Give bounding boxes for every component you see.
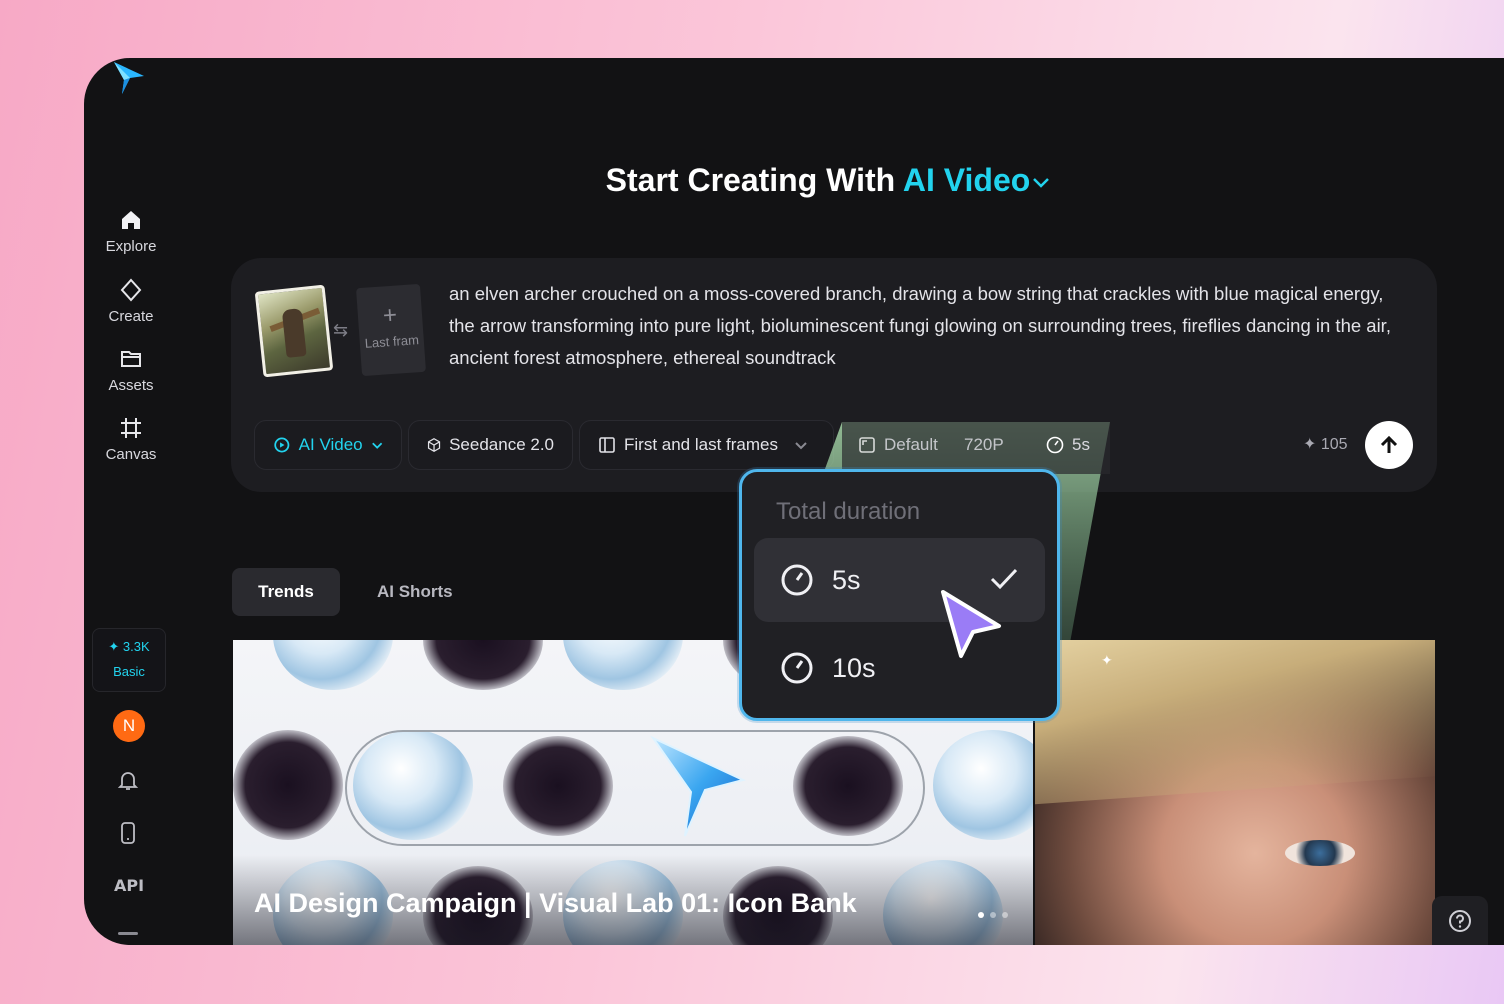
sidebar-item-label: Explore xyxy=(105,238,157,255)
diamond-icon xyxy=(120,278,142,302)
plan-label: Basic xyxy=(113,664,145,679)
bubble-shape xyxy=(273,640,393,690)
sidebar-item-label: Canvas xyxy=(105,446,157,463)
sidebar-item-label: Assets xyxy=(108,377,154,394)
clock-icon xyxy=(781,652,813,684)
page-title: Start Creating With AI Video xyxy=(84,162,1504,199)
help-button[interactable] xyxy=(1432,896,1488,945)
star-logo-icon xyxy=(650,735,746,837)
popup-title: Total duration xyxy=(776,498,921,525)
model-dropdown[interactable]: Seedance 2.0 xyxy=(408,420,573,470)
question-icon xyxy=(1449,909,1471,932)
duration-selector-highlight[interactable]: 5s xyxy=(1046,420,1090,470)
star-logo-icon[interactable] xyxy=(110,60,146,96)
bubble-shape xyxy=(563,640,683,690)
frames-dropdown[interactable]: First and last frames xyxy=(579,420,834,470)
tab-ai-shorts[interactable]: AI Shorts xyxy=(377,568,453,616)
carousel-dots[interactable] xyxy=(978,912,1008,918)
sidebar-item-label: Create xyxy=(108,308,154,325)
hair-shape xyxy=(1035,640,1435,806)
menu-icon[interactable] xyxy=(118,932,138,935)
chevron-down-icon xyxy=(795,442,807,450)
chevron-down-icon xyxy=(371,442,382,449)
sparkle-icon: ✦ xyxy=(1303,436,1317,453)
mode-selector[interactable]: AI Video xyxy=(903,162,1052,198)
clock-icon xyxy=(1046,436,1064,454)
last-frame-label: Last fram xyxy=(364,332,420,351)
mode-dropdown[interactable]: AI Video xyxy=(254,420,402,470)
prompt-input[interactable]: an elven archer crouched on a moss-cover… xyxy=(449,278,1409,374)
frames-icon xyxy=(599,437,615,453)
eye-shape xyxy=(1285,840,1355,866)
sparkle-icon: ✦ xyxy=(1101,652,1113,668)
sidebar-item-create[interactable]: Create xyxy=(84,278,178,325)
featured-caption: AI Design Campaign | Visual Lab 01: Icon… xyxy=(254,888,857,918)
credits-badge[interactable]: ✦ 3.3K Basic xyxy=(92,628,166,692)
swap-icon[interactable]: ⇆ xyxy=(333,320,348,341)
aspect-ratio-icon xyxy=(859,437,875,453)
sidebar-item-assets[interactable]: Assets xyxy=(84,347,178,394)
bubble-shape xyxy=(933,730,1033,840)
sidebar-item-explore[interactable]: Explore xyxy=(84,208,178,255)
app-window: Explore Create Assets Canvas ✦ 3.3K Basi… xyxy=(84,58,1504,945)
bell-icon[interactable] xyxy=(116,768,140,792)
credit-cost: ✦ 105 xyxy=(1303,436,1348,453)
sparkle-icon: ✦ xyxy=(108,639,120,654)
portrait-card[interactable]: ✦ xyxy=(1035,640,1435,945)
plus-icon: + xyxy=(382,301,398,330)
avatar[interactable]: N xyxy=(113,710,145,742)
cursor-pointer-icon xyxy=(941,590,1001,658)
resolution-selector-highlight: 720P xyxy=(964,435,1004,454)
video-ai-icon xyxy=(274,437,290,453)
chevron-down-icon xyxy=(1033,177,1050,188)
folder-icon xyxy=(121,351,141,367)
bubble-shape xyxy=(233,730,343,840)
last-frame-upload[interactable]: + Last fram xyxy=(356,283,426,377)
clock-icon xyxy=(781,564,813,596)
arrow-up-icon xyxy=(1380,435,1398,453)
first-frame-thumbnail[interactable] xyxy=(254,284,334,378)
api-link[interactable]: API xyxy=(114,876,144,895)
duration-popup: Total duration 5s 10s xyxy=(739,469,1060,721)
credits-count: 3.3K xyxy=(122,639,150,654)
bubble-shape xyxy=(423,640,543,690)
sidebar-item-canvas[interactable]: Canvas xyxy=(84,416,178,463)
cube-icon xyxy=(427,438,441,452)
crop-icon xyxy=(121,418,141,438)
ratio-selector-highlight: Default xyxy=(858,420,938,470)
submit-button[interactable] xyxy=(1365,421,1413,469)
home-icon xyxy=(122,211,140,229)
tab-trends[interactable]: Trends xyxy=(232,568,340,616)
prompt-panel: ⇆ + Last fram an elven archer crouched o… xyxy=(231,258,1437,492)
pill-outline xyxy=(345,730,925,846)
mobile-icon[interactable] xyxy=(116,821,140,845)
